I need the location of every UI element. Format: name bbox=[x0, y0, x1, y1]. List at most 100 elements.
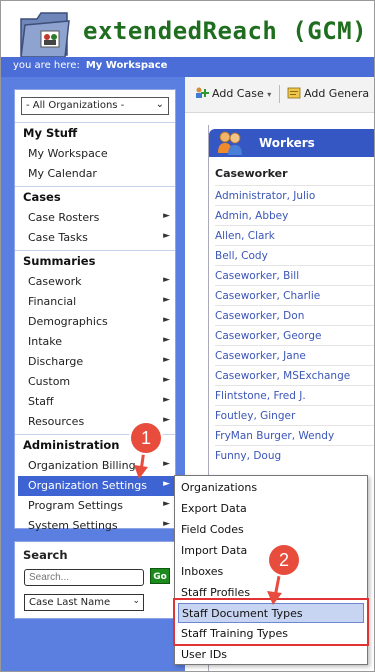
sidebar-item-label: Demographics bbox=[28, 315, 108, 328]
table-row[interactable]: Caseworker, George bbox=[215, 325, 374, 345]
menu-item-export-data[interactable]: Export Data bbox=[178, 499, 364, 519]
sidebar-item-intake[interactable]: Intake ► bbox=[28, 332, 176, 352]
add-general-label: Add Genera bbox=[304, 87, 370, 100]
chevron-right-icon: ► bbox=[163, 499, 170, 509]
divider bbox=[15, 186, 175, 187]
sidebar-item-label: Organization Billing bbox=[28, 459, 136, 472]
sidebar-item-program-settings[interactable]: Program Settings ► bbox=[28, 496, 176, 516]
chevron-right-icon: ► bbox=[163, 211, 170, 221]
section-administration: Administration bbox=[23, 438, 120, 452]
add-people-icon bbox=[196, 87, 209, 98]
sidebar-item-demographics[interactable]: Demographics ► bbox=[28, 312, 176, 332]
chevron-right-icon: ► bbox=[163, 275, 170, 285]
sidebar-item-label: Financial bbox=[28, 295, 77, 308]
table-row[interactable]: Bell, Cody bbox=[215, 245, 374, 265]
chevron-right-icon: ► bbox=[163, 459, 170, 469]
table-row[interactable]: Foutley, Ginger bbox=[215, 405, 374, 425]
sidebar-item-label: System Settings bbox=[28, 519, 118, 532]
sidebar-item-case-tasks[interactable]: Case Tasks ► bbox=[28, 228, 176, 248]
chevron-right-icon: ► bbox=[163, 479, 170, 489]
app-title: extendedReach (GCM) bbox=[83, 17, 368, 45]
chevron-right-icon: ► bbox=[163, 519, 170, 529]
search-type-select[interactable]: Case Last Name ⌄ bbox=[24, 594, 144, 611]
table-row[interactable]: FryMan Burger, Wendy bbox=[215, 425, 374, 445]
divider bbox=[15, 122, 175, 123]
menu-item-field-codes[interactable]: Field Codes bbox=[178, 520, 364, 540]
section-summaries: Summaries bbox=[23, 254, 96, 268]
sidebar-item-custom[interactable]: Custom ► bbox=[28, 372, 176, 392]
table-row[interactable]: Admin, Abbey bbox=[215, 205, 374, 225]
table-row[interactable]: Allen, Clark bbox=[215, 225, 374, 245]
sidebar-item-system-settings[interactable]: System Settings ► bbox=[28, 516, 176, 536]
search-input[interactable] bbox=[24, 569, 144, 586]
workers-icon bbox=[218, 131, 242, 155]
search-type-value: Case Last Name bbox=[29, 597, 111, 608]
chevron-right-icon: ► bbox=[163, 395, 170, 405]
toolbar: Add Case ▾ Add Genera bbox=[185, 77, 374, 113]
chevron-right-icon: ► bbox=[163, 415, 170, 425]
sidebar-item-label: Staff bbox=[28, 395, 54, 408]
search-panel: Search Go Case Last Name ⌄ bbox=[14, 541, 176, 619]
toolbar-separator bbox=[279, 85, 280, 103]
workers-header: Workers bbox=[209, 129, 374, 157]
chevron-down-icon: ⌄ bbox=[132, 596, 140, 606]
sidebar-item-my-workspace[interactable]: My Workspace bbox=[28, 144, 176, 164]
chevron-right-icon: ► bbox=[163, 375, 170, 385]
table-row[interactable]: Caseworker, Jane bbox=[215, 345, 374, 365]
step-2-badge: 2 bbox=[269, 545, 299, 575]
table-row[interactable]: Caseworker, Don bbox=[215, 305, 374, 325]
section-cases: Cases bbox=[23, 190, 61, 204]
folder-logo-icon bbox=[20, 12, 70, 58]
add-case-label: Add Case bbox=[212, 87, 264, 100]
add-note-icon bbox=[287, 87, 301, 99]
workers-title: Workers bbox=[259, 136, 315, 150]
chevron-right-icon: ► bbox=[163, 335, 170, 345]
sidebar-item-discharge[interactable]: Discharge ► bbox=[28, 352, 176, 372]
menu-item-organizations[interactable]: Organizations bbox=[178, 478, 364, 498]
sidebar-item-casework[interactable]: Casework ► bbox=[28, 272, 176, 292]
add-case-button[interactable]: Add Case ▾ bbox=[195, 87, 271, 100]
sidebar-item-case-rosters[interactable]: Case Rosters ► bbox=[28, 208, 176, 228]
step-2-arrow-icon bbox=[267, 571, 282, 605]
step-1-badge: 1 bbox=[131, 423, 161, 453]
chevron-right-icon: ► bbox=[163, 355, 170, 365]
section-my-stuff: My Stuff bbox=[23, 126, 78, 140]
divider bbox=[15, 250, 175, 251]
caret-down-icon: ▾ bbox=[267, 90, 272, 99]
table-row[interactable]: Administrator, Julio bbox=[215, 185, 374, 205]
sidebar-item-label: Case Rosters bbox=[28, 211, 100, 224]
sidebar-item-label: My Workspace bbox=[28, 147, 108, 160]
search-go-button[interactable]: Go bbox=[150, 568, 170, 584]
sidebar-item-financial[interactable]: Financial ► bbox=[28, 292, 176, 312]
sidebar-item-label: Program Settings bbox=[28, 499, 124, 512]
chevron-right-icon: ► bbox=[163, 295, 170, 305]
table-row[interactable]: Flintstone, Fred J. bbox=[215, 385, 374, 405]
breadcrumb: you are here: My Workspace bbox=[1, 57, 374, 77]
table-row[interactable]: Caseworker, MSExchange bbox=[215, 365, 374, 385]
sidebar-item-label: My Calendar bbox=[28, 167, 97, 180]
organization-select-value: - All Organizations - bbox=[26, 100, 125, 111]
table-row[interactable]: Caseworker, Bill bbox=[215, 265, 374, 285]
chevron-right-icon: ► bbox=[163, 315, 170, 325]
sidebar-item-label: Case Tasks bbox=[28, 231, 88, 244]
add-general-button[interactable]: Add Genera bbox=[287, 87, 369, 100]
sidebar-item-label: Casework bbox=[28, 275, 82, 288]
sidebar-item-label: Resources bbox=[28, 415, 85, 428]
chevron-down-icon: ⌄ bbox=[155, 99, 164, 110]
sidebar-item-staff[interactable]: Staff ► bbox=[28, 392, 176, 412]
sidebar-item-label: Custom bbox=[28, 375, 71, 388]
organization-select[interactable]: - All Organizations - ⌄ bbox=[21, 97, 169, 115]
caseworker-column-header[interactable]: Caseworker bbox=[215, 167, 288, 180]
menu-item-user-ids[interactable]: User IDs bbox=[178, 645, 364, 665]
breadcrumb-prefix: you are here: bbox=[13, 60, 80, 71]
sidebar-item-label: Intake bbox=[28, 335, 63, 348]
app-header: extendedReach (GCM) bbox=[1, 1, 374, 58]
sidebar-item-label: Discharge bbox=[28, 355, 84, 368]
table-row[interactable]: Funny, Doug bbox=[215, 445, 374, 465]
table-row[interactable]: Caseworker, Charlie bbox=[215, 285, 374, 305]
breadcrumb-current[interactable]: My Workspace bbox=[86, 60, 168, 71]
app-window: extendedReach (GCM) you are here: My Work… bbox=[0, 0, 375, 672]
chevron-right-icon: ► bbox=[163, 231, 170, 241]
sidebar-item-my-calendar[interactable]: My Calendar bbox=[28, 164, 176, 184]
search-heading: Search bbox=[23, 548, 68, 562]
